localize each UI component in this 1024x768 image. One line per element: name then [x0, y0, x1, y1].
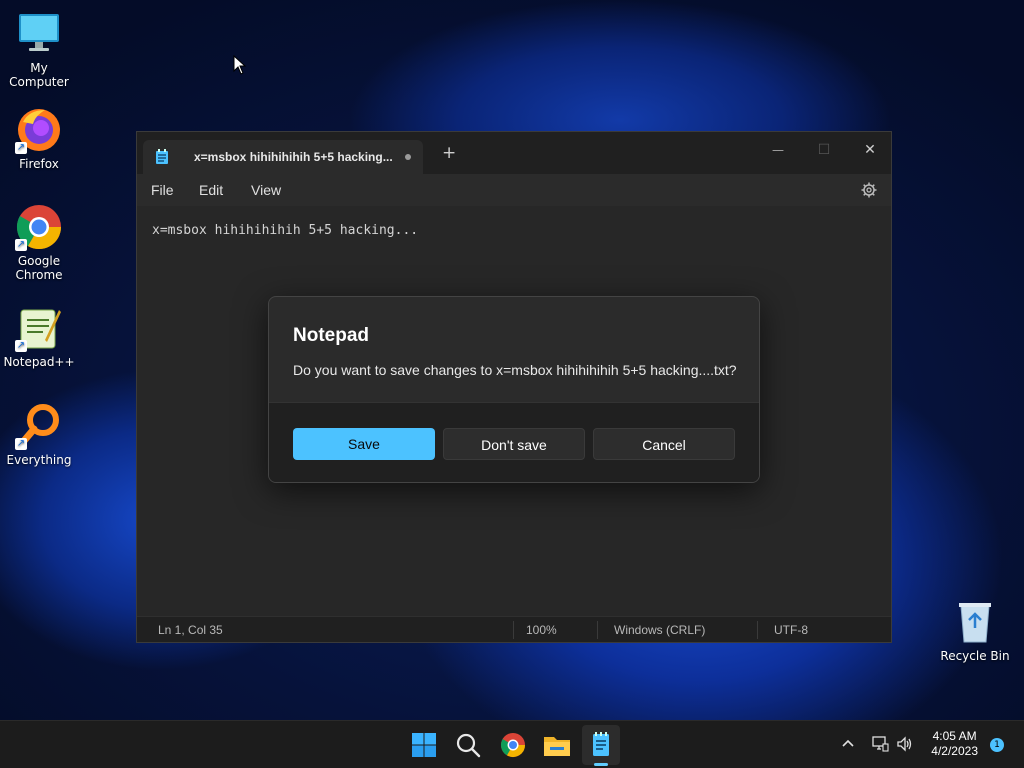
- settings-gear-icon[interactable]: [861, 182, 877, 198]
- close-button[interactable]: ✕: [847, 136, 893, 164]
- taskbar: 4:05 AM 4/2/2023 1: [0, 720, 1024, 768]
- desktop-icon-everything[interactable]: ↗ Everything: [1, 402, 77, 467]
- titlebar: x=msbox hihihihihih 5+5 hacking... + — ☐…: [137, 132, 891, 174]
- chrome-icon[interactable]: [497, 729, 529, 761]
- dont-save-button[interactable]: Don't save: [443, 428, 585, 460]
- menu-edit[interactable]: Edit: [199, 182, 223, 198]
- shortcut-arrow-icon: ↗: [15, 239, 27, 251]
- desktop-icon-recycle-bin[interactable]: Recycle Bin: [937, 598, 1013, 663]
- menubar: File Edit View: [137, 174, 891, 206]
- encoding: UTF-8: [774, 623, 808, 637]
- chevron-up-icon[interactable]: [841, 737, 855, 751]
- desktop-icon-label: Firefox: [19, 157, 59, 171]
- minimize-button[interactable]: —: [755, 136, 801, 164]
- desktop-icon-firefox[interactable]: ↗ Firefox: [1, 106, 77, 171]
- zoom-level: 100%: [526, 623, 557, 637]
- save-button[interactable]: Save: [293, 428, 435, 460]
- network-icon[interactable]: [871, 735, 889, 753]
- clock-time: 4:05 AM: [932, 729, 977, 743]
- status-divider: [757, 621, 758, 639]
- desktop-icon-label: My Computer: [9, 61, 69, 89]
- notepad-icon: [156, 149, 168, 164]
- cancel-button[interactable]: Cancel: [593, 428, 735, 460]
- desktop-icon-label: Google Chrome: [15, 254, 63, 282]
- recycle-bin-icon: [951, 598, 999, 646]
- everything-search-icon: ↗: [15, 402, 63, 450]
- status-divider: [513, 621, 514, 639]
- menu-view[interactable]: View: [251, 182, 281, 198]
- tab-title: x=msbox hihihihihih 5+5 hacking...: [194, 150, 393, 164]
- chrome-icon: ↗: [15, 203, 63, 251]
- editor-content: x=msbox hihihihihih 5+5 hacking...: [152, 223, 419, 238]
- save-changes-dialog: Notepad Do you want to save changes to x…: [268, 296, 760, 483]
- desktop-icon-label: Notepad++: [3, 355, 75, 369]
- maximize-button[interactable]: ☐: [801, 136, 847, 164]
- statusbar: Ln 1, Col 35 100% Windows (CRLF) UTF-8: [137, 616, 891, 642]
- search-icon[interactable]: [452, 729, 484, 761]
- start-icon[interactable]: [408, 729, 440, 761]
- notification-badge[interactable]: 1: [990, 738, 1004, 752]
- new-tab-button[interactable]: +: [442, 145, 456, 162]
- cursor-position: Ln 1, Col 35: [158, 623, 223, 637]
- shortcut-arrow-icon: ↗: [15, 142, 27, 154]
- running-indicator: [594, 763, 608, 766]
- desktop-icon-notepad-plus-plus[interactable]: ↗ Notepad++: [1, 304, 77, 369]
- dialog-footer: Save Don't save Cancel: [269, 402, 759, 482]
- monitor-icon: [15, 10, 63, 58]
- dialog-title: Notepad: [293, 325, 369, 346]
- unsaved-indicator-icon: [405, 154, 411, 160]
- notepad-plus-plus-icon: ↗: [15, 304, 63, 352]
- firefox-icon: ↗: [15, 106, 63, 154]
- desktop-icon-label: Recycle Bin: [940, 649, 1010, 663]
- volume-icon[interactable]: [896, 735, 914, 753]
- clock-date: 4/2/2023: [931, 744, 978, 758]
- status-divider: [597, 621, 598, 639]
- shortcut-arrow-icon: ↗: [15, 340, 27, 352]
- shortcut-arrow-icon: ↗: [15, 438, 27, 450]
- system-clock[interactable]: 4:05 AM 4/2/2023: [931, 729, 978, 759]
- line-ending: Windows (CRLF): [614, 623, 706, 637]
- file-explorer-icon[interactable]: [541, 729, 573, 761]
- mouse-cursor-icon: [233, 55, 247, 75]
- desktop-icon-label: Everything: [6, 453, 72, 467]
- document-tab[interactable]: x=msbox hihihihihih 5+5 hacking...: [143, 140, 423, 174]
- notepad-icon[interactable]: [585, 729, 617, 761]
- desktop-icon-chrome[interactable]: ↗ Google Chrome: [1, 203, 77, 282]
- menu-file[interactable]: File: [151, 182, 174, 198]
- desktop-icon-my-computer[interactable]: My Computer: [1, 10, 77, 89]
- dialog-message: Do you want to save changes to x=msbox h…: [293, 362, 737, 378]
